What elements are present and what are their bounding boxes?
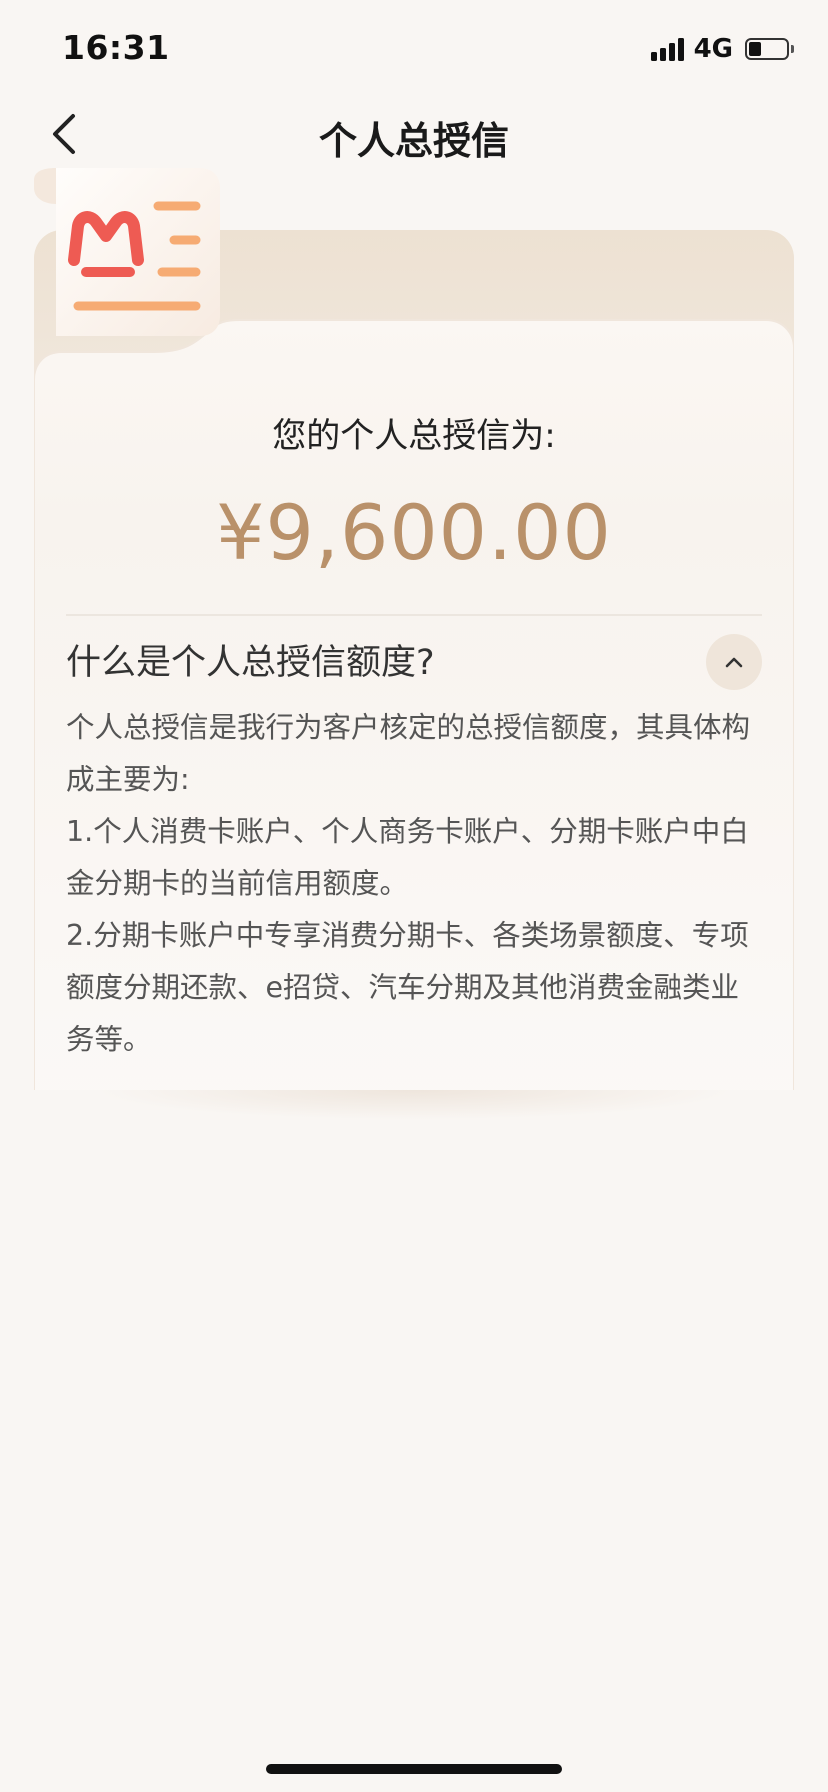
status-indicators: 4G [650, 34, 794, 64]
faq-answer-paragraph: 2.分期卡账户中专享消费分期卡、各类场景额度、专项额度分期还款、e招贷、汽车分期… [66, 919, 749, 1056]
battery-tip [791, 45, 794, 53]
credit-amount: ¥9,600.00 [216, 488, 612, 577]
faq-question[interactable]: 什么是个人总授信额度? [66, 634, 435, 685]
divider [66, 614, 762, 616]
faq-answer-paragraph: 1.个人消费卡账户、个人商务卡账户、分期卡账户中白金分期卡的当前信用额度。 [66, 815, 749, 900]
faq-answer: 个人总授信是我行为客户核定的总授信额度，其具体构成主要为: 1.个人消费卡账户、… [66, 702, 764, 1066]
chevron-up-icon [725, 657, 743, 668]
collapse-button[interactable] [706, 634, 762, 690]
nav-bar: 个人总授信 [0, 100, 828, 172]
credit-title: 您的个人总授信为: [272, 416, 556, 456]
signal-icon [650, 37, 684, 61]
battery-fill [749, 42, 761, 56]
faq-answer-paragraph: 个人总授信是我行为客户核定的总授信额度，其具体构成主要为: [66, 711, 751, 796]
status-time: 16:31 [62, 28, 170, 67]
page-title: 个人总授信 [318, 119, 509, 163]
home-indicator[interactable] [266, 1764, 562, 1774]
network-type: 4G [693, 34, 733, 64]
credit-card-panel: 您的个人总授信为: ¥9,600.00 什么是个人总授信额度? 个人总授信是我行… [34, 168, 794, 1120]
bank-receipt-logo-icon [34, 168, 220, 336]
battery-icon [745, 38, 789, 60]
status-bar: 16:31 4G [0, 0, 828, 100]
card-front: 您的个人总授信为: ¥9,600.00 什么是个人总授信额度? 个人总授信是我行… [34, 168, 794, 1090]
